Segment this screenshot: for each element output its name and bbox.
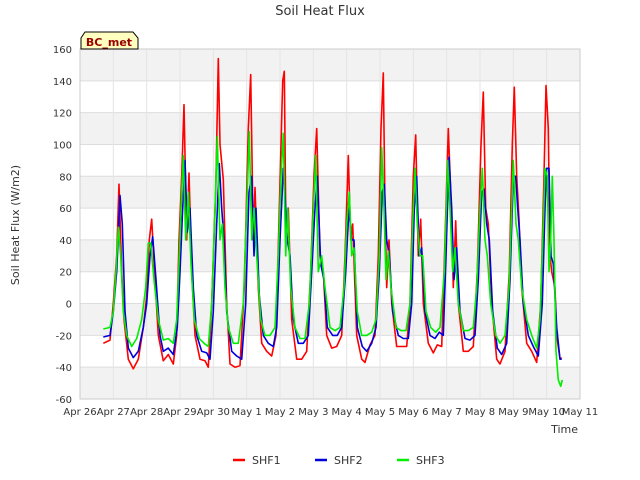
y-tick-label: 60 [59, 204, 72, 215]
y-axis-label: Soil Heat Flux (W/m2) [9, 165, 22, 285]
x-tick-label: May 7 [432, 407, 462, 418]
x-tick-label: Apr 26 [63, 407, 96, 418]
x-tick-label: May 8 [465, 407, 495, 418]
y-tick-label: 140 [53, 77, 72, 88]
x-tick-label: Apr 29 [163, 407, 196, 418]
site-badge-label: BC_met [86, 36, 132, 49]
x-tick-label: May 2 [265, 407, 295, 418]
y-tick-label: 20 [59, 268, 72, 279]
site-badge: BC_met [80, 31, 139, 50]
x-tick-label: May 1 [232, 407, 262, 418]
x-tick-label: May 10 [528, 407, 565, 418]
x-tick-label: Apr 27 [97, 407, 130, 418]
y-tick-label: -20 [56, 331, 72, 342]
plot-band [80, 176, 580, 209]
x-axis-label: Time [550, 423, 578, 436]
x-axis-tick-labels: Apr 26 Apr 27 Apr 28 Apr 29 Apr 30 May 1 May 2… [63, 407, 598, 418]
legend: SHF1 SHF2 SHF3 [233, 454, 445, 467]
chart-title: Soil Heat Flux [275, 4, 365, 19]
legend-label-shf3: SHF3 [416, 454, 445, 467]
x-tick-label: May 5 [365, 407, 395, 418]
y-tick-label: 40 [59, 236, 72, 247]
x-tick-label: May 3 [298, 407, 328, 418]
x-tick-label: May 11 [562, 407, 599, 418]
plot-band [80, 367, 580, 399]
legend-label-shf2: SHF2 [334, 454, 363, 467]
y-tick-label: -60 [56, 395, 72, 406]
y-tick-label: 160 [53, 45, 72, 56]
y-tick-label: -40 [56, 363, 72, 374]
soil-heat-flux-chart: Soil Heat Flux -60 -40 -20 0 20 40 60 80 100 120 1… [9, 4, 598, 467]
y-tick-label: 100 [53, 140, 72, 151]
x-tick-label: May 4 [332, 407, 362, 418]
plot-band [80, 49, 580, 81]
legend-label-shf1: SHF1 [252, 454, 281, 467]
series-lines [102, 57, 564, 388]
x-tick-label: Apr 30 [197, 407, 230, 418]
x-tick-label: May 6 [398, 407, 428, 418]
y-tick-label: 120 [53, 109, 72, 120]
y-tick-label: 0 [66, 300, 72, 311]
plot-band [80, 112, 580, 145]
x-tick-label: Apr 28 [130, 407, 163, 418]
y-axis-tick-labels: -60 -40 -20 0 20 40 60 80 100 120 140 160 [53, 45, 72, 406]
y-tick-label: 80 [59, 172, 72, 183]
x-tick-label: May 9 [498, 407, 528, 418]
